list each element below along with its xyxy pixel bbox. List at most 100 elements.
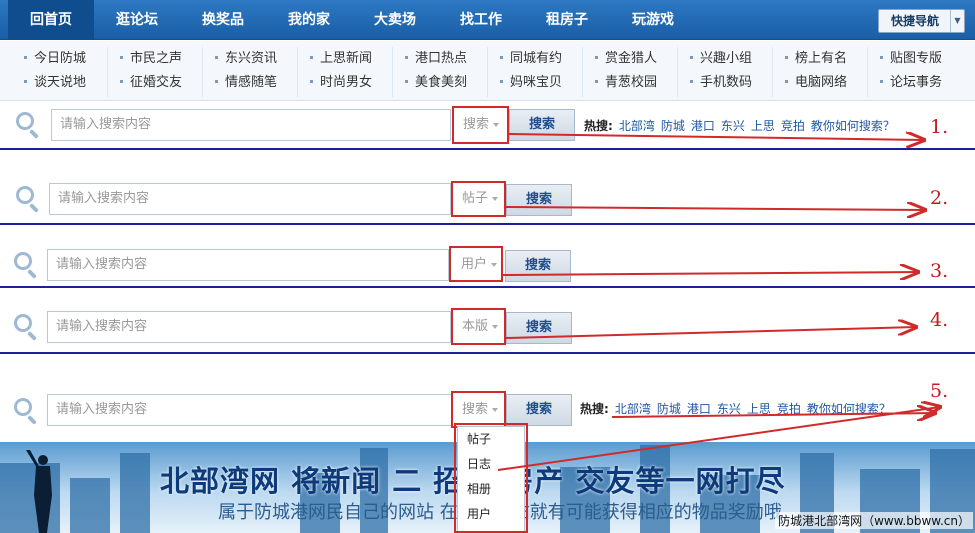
subnav-link[interactable]: 赏金猎人 [583,47,677,71]
hot-keyword[interactable]: 教你如何搜索？ [811,119,895,133]
search-input[interactable]: 请输入搜索内容 [49,183,451,215]
subnav-link[interactable]: 谈天说地 [12,71,107,95]
search-icon [10,250,40,280]
subnav-column: 兴趣小组 手机数码 [677,47,772,97]
hot-keyword[interactable]: 上思 [747,402,771,416]
divider [0,286,975,288]
search-type-value: 搜索 [463,117,490,132]
dropdown-option-albums[interactable]: 相册 [458,477,524,502]
search-type-dropdown: 帖子 日志 相册 用户 [457,426,525,532]
chevron-down-icon: ▼ [950,10,964,32]
hot-search: 热搜: 北部湾 防城 港口 东兴 上思 竞拍 教你如何搜索？ [580,399,897,419]
search-icon [10,312,40,342]
subnav-link[interactable]: 港口热点 [393,47,487,71]
chevron-down-icon [492,196,499,201]
search-icon [12,110,42,140]
chevron-down-icon [493,122,500,127]
nav-forum[interactable]: 逛论坛 [94,0,180,40]
subnav-link[interactable]: 情感随笔 [203,71,297,95]
hot-keyword[interactable]: 港口 [691,119,715,133]
hot-keyword[interactable]: 防城 [657,402,681,416]
search-type-value: 帖子 [462,191,489,206]
chevron-down-icon [492,324,499,329]
search-type-select[interactable]: 帖子 [452,184,499,214]
nav-my-home[interactable]: 我的家 [266,0,352,40]
search-button[interactable]: 搜索 [506,394,572,426]
subnav-column: 贴图专版 论坛事务 [867,47,962,97]
subnav-column: 东兴资讯 情感随笔 [202,47,297,97]
hot-keyword[interactable]: 港口 [687,402,711,416]
nav-jobs[interactable]: 找工作 [438,0,524,40]
search-icon [10,396,40,426]
quick-nav-button[interactable]: 快捷导航 ▼ [878,9,965,33]
subnav-link[interactable]: 兴趣小组 [678,47,772,71]
subnav-column: 同城有约 妈咪宝贝 [487,47,582,97]
hot-keyword[interactable]: 防城 [661,119,685,133]
annotation-number: 1. [930,116,949,138]
divider [0,223,975,225]
hot-keyword[interactable]: 东兴 [717,402,741,416]
annotation-number: 5. [930,380,949,402]
subnav-link[interactable]: 同城有约 [488,47,582,71]
subnav-link[interactable]: 论坛事务 [868,71,962,95]
search-button[interactable]: 搜索 [505,250,571,282]
subnav-column: 榜上有名 电脑网络 [772,47,867,97]
search-input[interactable]: 请输入搜索内容 [47,249,449,281]
hot-keyword[interactable]: 东兴 [721,119,745,133]
search-input[interactable]: 请输入搜索内容 [47,394,452,426]
hot-keyword[interactable]: 竞拍 [781,119,805,133]
nav-home[interactable]: 回首页 [8,0,94,40]
search-input[interactable]: 请输入搜索内容 [51,109,451,141]
dropdown-option-blogs[interactable]: 日志 [458,452,524,477]
search-type-select[interactable]: 本版 [452,312,499,342]
subnav-link[interactable]: 青葱校园 [583,71,677,95]
search-button[interactable]: 搜索 [509,109,575,141]
nav-market[interactable]: 大卖场 [352,0,438,40]
nav-rent[interactable]: 租房子 [524,0,610,40]
top-nav: 回首页 逛论坛 换奖品 我的家 大卖场 找工作 租房子 玩游戏 快捷导航 ▼ [0,0,975,40]
hot-search-label: 热搜: [584,119,613,133]
subnav-column: 市民之声 征婚交友 [107,47,202,97]
nav-games[interactable]: 玩游戏 [610,0,696,40]
quick-nav-label: 快捷导航 [891,14,940,28]
search-type-select[interactable]: 用户 [451,250,498,280]
hot-keyword[interactable]: 上思 [751,119,775,133]
annotation-number: 3. [930,260,949,282]
hot-keyword[interactable]: 北部湾 [615,402,651,416]
subnav-link[interactable]: 东兴资讯 [203,47,297,71]
chevron-down-icon [492,407,499,412]
watermark: 防城港北部湾网（www.bbww.cn） [775,512,973,529]
search-button[interactable]: 搜索 [506,184,572,216]
divider [0,148,975,150]
hot-keyword[interactable]: 北部湾 [619,119,655,133]
statue-figure [26,450,52,533]
search-type-select[interactable]: 搜索 [452,395,499,425]
subnav-column: 今日防城 谈天说地 [12,47,107,97]
annotation-number: 4. [930,309,949,331]
subnav-link[interactable]: 今日防城 [12,47,107,71]
subnav-link[interactable]: 时尚男女 [298,71,392,95]
divider [0,352,975,354]
search-button[interactable]: 搜索 [506,312,572,344]
hot-search-label: 热搜: [580,402,609,416]
subnav-link[interactable]: 榜上有名 [773,47,867,71]
subnav-link[interactable]: 妈咪宝贝 [488,71,582,95]
dropdown-option-posts[interactable]: 帖子 [458,427,524,452]
hot-keyword[interactable]: 竞拍 [777,402,801,416]
subnav-link[interactable]: 征婚交友 [108,71,202,95]
subnav-link[interactable]: 贴图专版 [868,47,962,71]
subnav-link[interactable]: 市民之声 [108,47,202,71]
subnav-link[interactable]: 电脑网络 [773,71,867,95]
subnav-link[interactable]: 手机数码 [678,71,772,95]
search-type-value: 用户 [461,257,488,272]
hot-keyword[interactable]: 教你如何搜索？ [807,402,891,416]
search-input[interactable]: 请输入搜索内容 [47,311,451,343]
subnav-column: 港口热点 美食美刻 [392,47,487,97]
subnav-link[interactable]: 上思新闻 [298,47,392,71]
search-type-value: 本版 [462,319,489,334]
dropdown-option-users[interactable]: 用户 [458,502,524,527]
search-type-select[interactable]: 搜索 [453,110,500,140]
nav-prizes[interactable]: 换奖品 [180,0,266,40]
chevron-down-icon [491,262,498,267]
subnav-link[interactable]: 美食美刻 [393,71,487,95]
